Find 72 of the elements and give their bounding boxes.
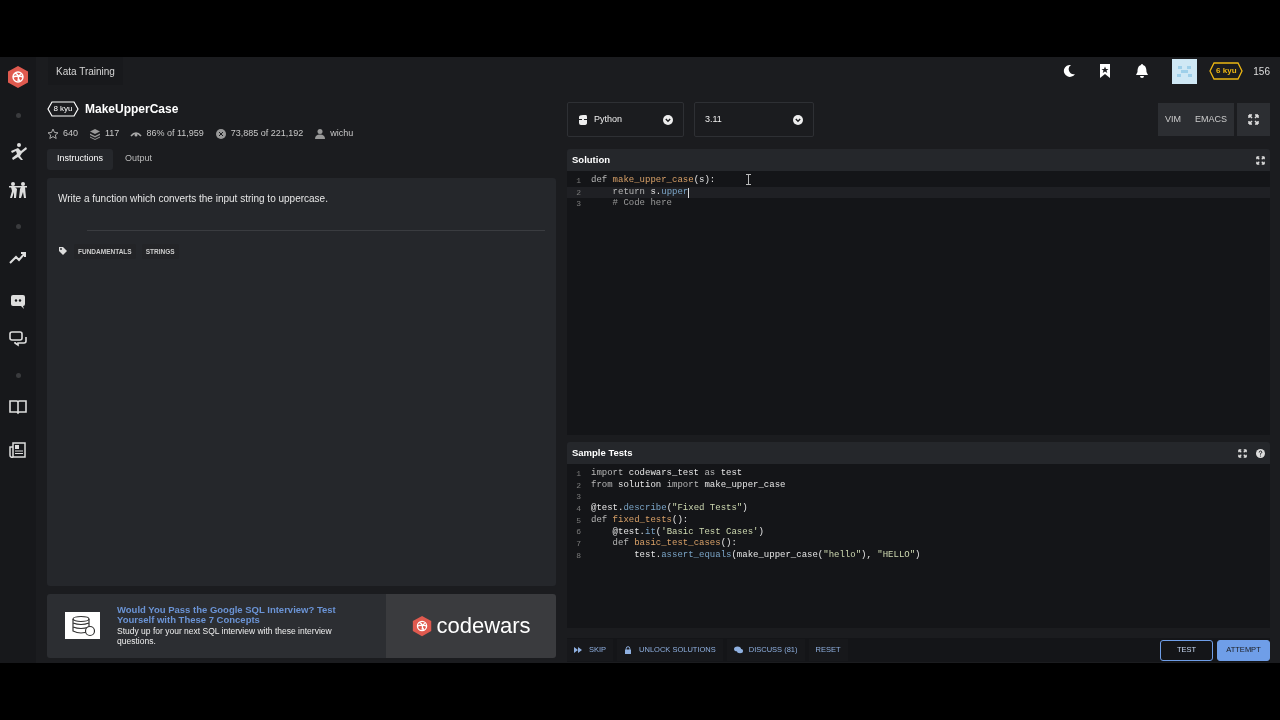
comments-icon [733, 646, 743, 654]
panel-title: Sample Tests [572, 445, 634, 460]
stat-text: 73,885 of 221,192 [230, 127, 304, 140]
line-number: 2 [575, 479, 582, 492]
panel-title: Solution [572, 152, 611, 167]
logo-icon [411, 614, 434, 637]
newspaper-icon[interactable] [8, 440, 28, 460]
star-icon [47, 127, 59, 140]
avatar-icon[interactable] [1172, 58, 1198, 84]
line-number: 3 [575, 491, 582, 504]
ad-card[interactable]: Would You Pass the Google SQL Interview? Test Yourself with These 7 Concepts Study up for your next SQL interview with these interview questions. [47, 593, 386, 658]
kick-icon[interactable] [8, 142, 28, 162]
kata-title: MakeUpperCase [85, 101, 179, 118]
code-line: import codewars_test as test [590, 467, 743, 480]
brand-name: codewars [436, 613, 531, 638]
logo-icon[interactable] [6, 65, 30, 89]
bell-icon[interactable] [1134, 63, 1151, 79]
fighters-icon[interactable] [8, 180, 28, 200]
line-number: 4 [575, 502, 582, 515]
rank-badge: 6 kyu [1209, 62, 1244, 80]
code-line: # Code here [611, 197, 672, 211]
comments-icon[interactable] [8, 329, 28, 349]
text-cursor [688, 187, 690, 198]
code-line: def basic_test_cases(): [611, 537, 737, 550]
rank-badge: 8 kyu [47, 101, 79, 117]
line-number: 1 [575, 467, 582, 480]
line-number: 2 [575, 186, 582, 199]
mode-button[interactable]: EMACS [1188, 103, 1234, 136]
expand-icon [1248, 114, 1259, 125]
expand-icon[interactable] [1238, 448, 1247, 458]
circle-icon [214, 127, 227, 140]
honor-count: 156 [1253, 64, 1270, 79]
line-number: 8 [575, 549, 582, 562]
fast-forward-icon [574, 646, 583, 654]
line-number: 5 [575, 514, 582, 527]
ad-title-link[interactable]: Would You Pass the Google SQL Interview? Test Yourself with These 7 Concepts [117, 604, 372, 625]
chevron-down-icon [793, 114, 803, 125]
stat-text: 117 [105, 127, 120, 140]
code-line: @test.describe("Fixed Tests") [590, 502, 748, 515]
stat-text: wichu [330, 127, 354, 140]
code-editor[interactable]: 1 def make_upper_case(s): 2 return s.upper 3 # Code here [567, 171, 1270, 435]
code-line: test.assert_equals(make_upper_case("hello"), "HELLO") [633, 548, 921, 562]
stat-text: 640 [63, 127, 79, 140]
line-number: 7 [575, 537, 582, 550]
ad-description: Study up for your next SQL interview with these interview questions. [117, 625, 333, 647]
database-icon [70, 614, 95, 637]
help-icon[interactable] [1256, 448, 1265, 458]
line-number: 6 [575, 526, 582, 539]
tab[interactable]: Instructions [47, 148, 114, 170]
mode-button[interactable]: VIM [1157, 103, 1188, 136]
code-line: return s.upper [611, 185, 690, 198]
line-number: 1 [575, 174, 582, 187]
fullscreen-button[interactable] [1237, 103, 1270, 136]
code-line: @test.it('Basic Test Cases') [611, 525, 764, 538]
code-line: from solution import make_upper_case [590, 478, 786, 492]
moon-icon[interactable] [1062, 64, 1077, 78]
code-line: def fixed_tests(): [590, 513, 689, 527]
stack-icon [89, 127, 102, 140]
expand-icon[interactable] [1256, 155, 1265, 165]
code-line: def make_upper_case(s): [590, 174, 716, 188]
i-beam-cursor-icon [745, 174, 752, 185]
line-number: 3 [575, 198, 582, 211]
language-dropdown[interactable]: Python [567, 102, 684, 137]
stat-text: 86% of 11,959 [146, 127, 204, 140]
user-icon [314, 127, 327, 140]
version-dropdown[interactable]: 3.11 [694, 102, 814, 137]
description-text: Write a function which converts the input string to uppercase. [58, 191, 329, 206]
tag-icon [58, 246, 68, 257]
tab[interactable]: Output [115, 148, 163, 170]
lock-icon [624, 646, 634, 654]
bookmark-icon[interactable] [1098, 63, 1113, 79]
chevron-down-icon [663, 114, 673, 125]
